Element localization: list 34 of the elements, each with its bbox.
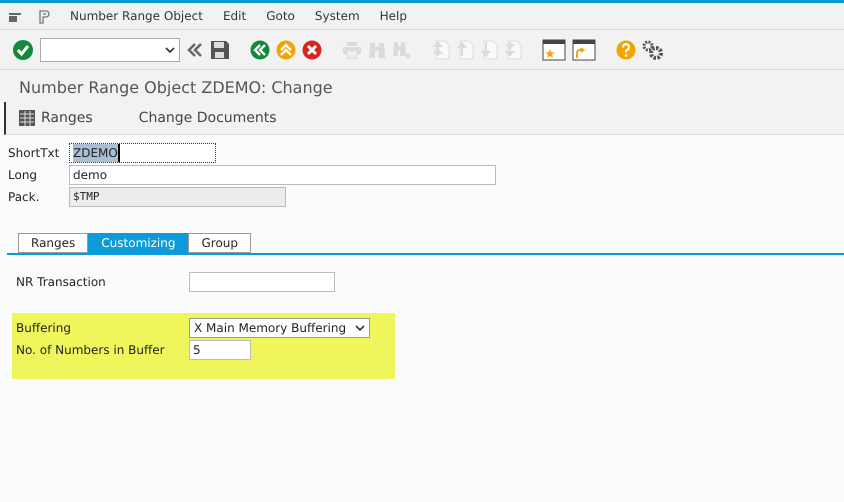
input-field[interactable]: 5 <box>189 340 251 360</box>
double-chevron-icon[interactable] <box>186 40 204 58</box>
menu-item[interactable]: Number Range Object <box>60 7 213 25</box>
tab[interactable]: Group <box>188 233 252 253</box>
field-label: Long <box>8 167 38 184</box>
toolbar-button[interactable]: Change Documents <box>138 108 277 128</box>
input-field: $TMP <box>69 187 286 207</box>
menu-item[interactable]: System <box>304 7 370 25</box>
input-field[interactable] <box>189 272 335 292</box>
table-icon <box>18 108 36 128</box>
command-field[interactable] <box>40 38 180 62</box>
enter-icon[interactable] <box>12 38 34 60</box>
help-icon[interactable] <box>616 40 636 60</box>
exit-icon[interactable] <box>276 40 296 60</box>
menu-item[interactable]: Help <box>370 7 417 25</box>
toolbar-button[interactable]: Ranges <box>18 108 93 128</box>
back-icon[interactable] <box>250 40 270 60</box>
field-label: ShortTxt <box>8 145 60 162</box>
input-field[interactable]: ZDEMO <box>69 143 216 163</box>
tab[interactable]: Ranges <box>18 233 88 253</box>
field-label: No. of Numbers in Buffer <box>16 342 166 359</box>
input-field[interactable]: demo <box>69 165 496 185</box>
field-label: NR Transaction <box>16 274 107 291</box>
save-icon[interactable] <box>210 40 230 60</box>
field-label: Pack. <box>8 189 40 206</box>
screen-title: Number Range Object ZDEMO: Change <box>0 70 844 102</box>
cancel-icon[interactable] <box>302 40 322 60</box>
settings-icon[interactable] <box>642 40 664 60</box>
menu-item[interactable]: Edit <box>212 7 256 25</box>
dropdown-field[interactable]: X Main Memory Buffering <box>189 318 370 338</box>
field-label: Buffering <box>16 320 72 337</box>
caret-icon <box>165 46 175 52</box>
menu-item[interactable]: Goto <box>256 7 305 25</box>
caret-icon <box>355 325 365 331</box>
